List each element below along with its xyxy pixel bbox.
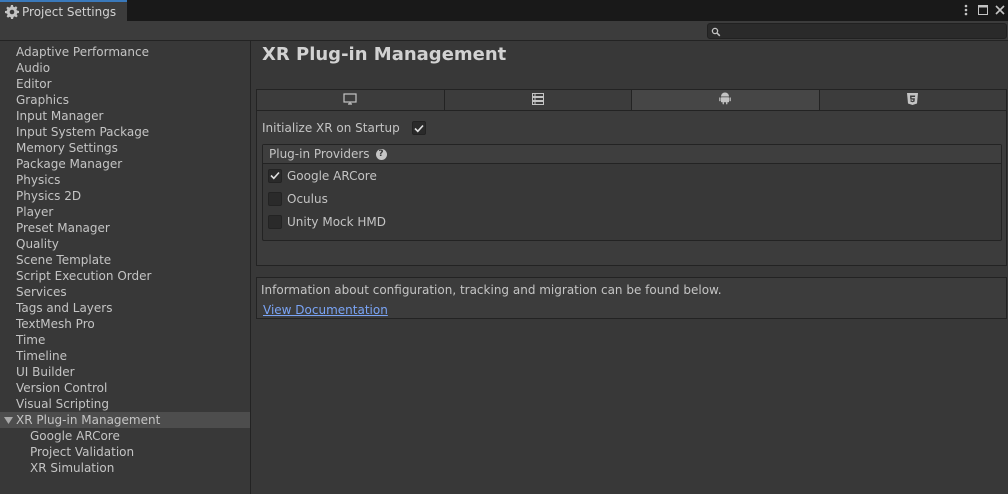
sidebar-item-label: XR Plug-in Management: [16, 413, 161, 427]
project-settings-tab[interactable]: Project Settings: [0, 0, 127, 21]
kebab-menu-icon[interactable]: [960, 3, 972, 17]
title-bar: Project Settings: [0, 0, 1008, 21]
provider-checkbox-google-arcore[interactable]: [268, 168, 282, 183]
main-content: XR Plug-in Management Initialize XR on S…: [252, 41, 1008, 494]
search-icon: [711, 26, 721, 37]
sidebar-item-physics-2d[interactable]: Physics 2D: [0, 188, 250, 204]
sidebar-item-version-control[interactable]: Version Control: [0, 380, 250, 396]
provider-label: Google ARCore: [287, 168, 377, 183]
sidebar-item-script-execution-order[interactable]: Script Execution Order: [0, 268, 250, 284]
tab-server[interactable]: [444, 90, 632, 110]
sidebar-item-input-manager[interactable]: Input Manager: [0, 108, 250, 124]
sidebar-item-input-system-package[interactable]: Input System Package: [0, 124, 250, 140]
sidebar-item-time[interactable]: Time: [0, 332, 250, 348]
android-icon: [719, 92, 732, 108]
sidebar-item-google-arcore[interactable]: Google ARCore: [0, 428, 250, 444]
provider-checkbox-unity-mock-hmd[interactable]: [268, 214, 282, 229]
provider-row-google-arcore: Google ARCore: [263, 164, 1001, 187]
sidebar-item-graphics[interactable]: Graphics: [0, 92, 250, 108]
toolbar: [0, 21, 1008, 41]
view-documentation-link[interactable]: View Documentation: [261, 299, 388, 317]
sidebar-item-editor[interactable]: Editor: [0, 76, 250, 92]
info-box: Information about configuration, trackin…: [256, 277, 1007, 319]
sidebar-item-ui-builder[interactable]: UI Builder: [0, 364, 250, 380]
html5-icon: [907, 92, 919, 108]
server-icon: [531, 92, 544, 108]
help-icon[interactable]: ?: [375, 148, 387, 160]
sidebar-item-player[interactable]: Player: [0, 204, 250, 220]
close-icon[interactable]: [994, 3, 1006, 17]
provider-checkbox-oculus[interactable]: [268, 191, 282, 206]
sidebar-item-xr-plugin-management[interactable]: XR Plug-in Management: [0, 412, 250, 428]
sidebar-item-memory-settings[interactable]: Memory Settings: [0, 140, 250, 156]
sidebar-item-adaptive-performance[interactable]: Adaptive Performance: [0, 44, 250, 60]
chevron-down-icon[interactable]: [0, 416, 16, 424]
provider-row-unity-mock-hmd: Unity Mock HMD: [263, 210, 1001, 233]
tab-title: Project Settings: [22, 4, 117, 19]
provider-row-oculus: Oculus: [263, 187, 1001, 210]
tab-android[interactable]: [632, 90, 820, 110]
gear-icon: [5, 4, 19, 19]
settings-sidebar: Adaptive Performance Audio Editor Graphi…: [0, 41, 251, 494]
sidebar-item-tags-and-layers[interactable]: Tags and Layers: [0, 300, 250, 316]
sidebar-item-visual-scripting[interactable]: Visual Scripting: [0, 396, 250, 412]
initialize-xr-label: Initialize XR on Startup: [262, 121, 400, 135]
desktop-icon: [343, 92, 357, 108]
sidebar-item-physics[interactable]: Physics: [0, 172, 250, 188]
sidebar-item-scene-template[interactable]: Scene Template: [0, 252, 250, 268]
page-title: XR Plug-in Management: [262, 44, 507, 65]
search-input[interactable]: [707, 23, 1007, 39]
sidebar-item-package-manager[interactable]: Package Manager: [0, 156, 250, 172]
maximize-icon[interactable]: [977, 3, 989, 17]
tab-desktop[interactable]: [257, 90, 445, 110]
sidebar-item-timeline[interactable]: Timeline: [0, 348, 250, 364]
sidebar-item-services[interactable]: Services: [0, 284, 250, 300]
initialize-xr-checkbox[interactable]: [412, 121, 426, 135]
provider-label: Oculus: [287, 191, 328, 206]
sidebar-item-preset-manager[interactable]: Preset Manager: [0, 220, 250, 236]
tab-webgl[interactable]: [819, 90, 1006, 110]
sidebar-item-xr-simulation[interactable]: XR Simulation: [0, 460, 250, 476]
sidebar-item-quality[interactable]: Quality: [0, 236, 250, 252]
plugin-providers-label: Plug-in Providers: [269, 147, 370, 161]
plugin-providers-header: Plug-in Providers ?: [263, 145, 1001, 164]
xr-settings-panel: Initialize XR on Startup Plug-in Provide…: [256, 111, 1007, 266]
platform-tabs: [256, 89, 1007, 111]
sidebar-item-project-validation[interactable]: Project Validation: [0, 444, 250, 460]
sidebar-item-textmesh-pro[interactable]: TextMesh Pro: [0, 316, 250, 332]
plugin-providers-group: Plug-in Providers ? Google ARCore Oculus…: [262, 144, 1002, 241]
provider-label: Unity Mock HMD: [287, 214, 387, 229]
sidebar-item-audio[interactable]: Audio: [0, 60, 250, 76]
info-text: Information about configuration, trackin…: [261, 283, 722, 297]
